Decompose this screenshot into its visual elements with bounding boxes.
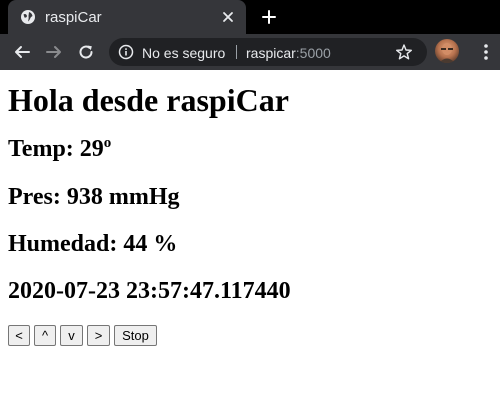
left-button[interactable]: < [8, 325, 30, 346]
page-content: Hola desde raspiCar Temp: 29o Pres: 938 … [0, 70, 500, 414]
right-button[interactable]: > [87, 325, 110, 346]
new-tab-plus-icon[interactable] [258, 6, 280, 28]
temperature-reading: Temp: 29o [8, 136, 111, 163]
info-icon[interactable] [118, 44, 134, 60]
humidity-reading: Humedad: 44 % [8, 231, 178, 257]
address-bar[interactable]: No es seguro raspicar:5000 [109, 38, 427, 66]
kebab-menu-icon[interactable] [476, 42, 496, 62]
address-divider [236, 45, 237, 59]
drive-controls: < ^ v > Stop [8, 325, 157, 346]
pressure-reading: Pres: 938 mmHg [8, 184, 180, 210]
forward-arrow-icon[interactable] [43, 41, 65, 63]
degree-symbol: o [103, 135, 112, 151]
browser-toolbar: No es seguro raspicar:5000 [0, 34, 500, 70]
star-icon[interactable] [395, 43, 413, 61]
temperature-value: Temp: 29 [8, 136, 104, 162]
profile-avatar[interactable] [435, 39, 459, 63]
url-text[interactable]: raspicar:5000 [246, 45, 331, 61]
page-title: Hola desde raspiCar [8, 82, 289, 118]
globe-icon [20, 9, 36, 25]
tab-raspicar[interactable]: raspiCar [8, 0, 246, 34]
timestamp: 2020-07-23 23:57:47.117440 [8, 278, 291, 304]
stop-button[interactable]: Stop [114, 325, 157, 346]
url-port: :5000 [295, 45, 331, 61]
url-host: raspicar [246, 45, 296, 61]
reload-icon[interactable] [75, 41, 97, 63]
tab-strip: raspiCar [0, 0, 500, 34]
close-icon[interactable] [218, 7, 238, 27]
back-arrow-icon[interactable] [11, 41, 33, 63]
backward-button[interactable]: v [60, 325, 83, 346]
tab-title: raspiCar [45, 8, 102, 26]
forward-button[interactable]: ^ [34, 325, 56, 346]
security-status[interactable]: No es seguro [142, 45, 225, 61]
